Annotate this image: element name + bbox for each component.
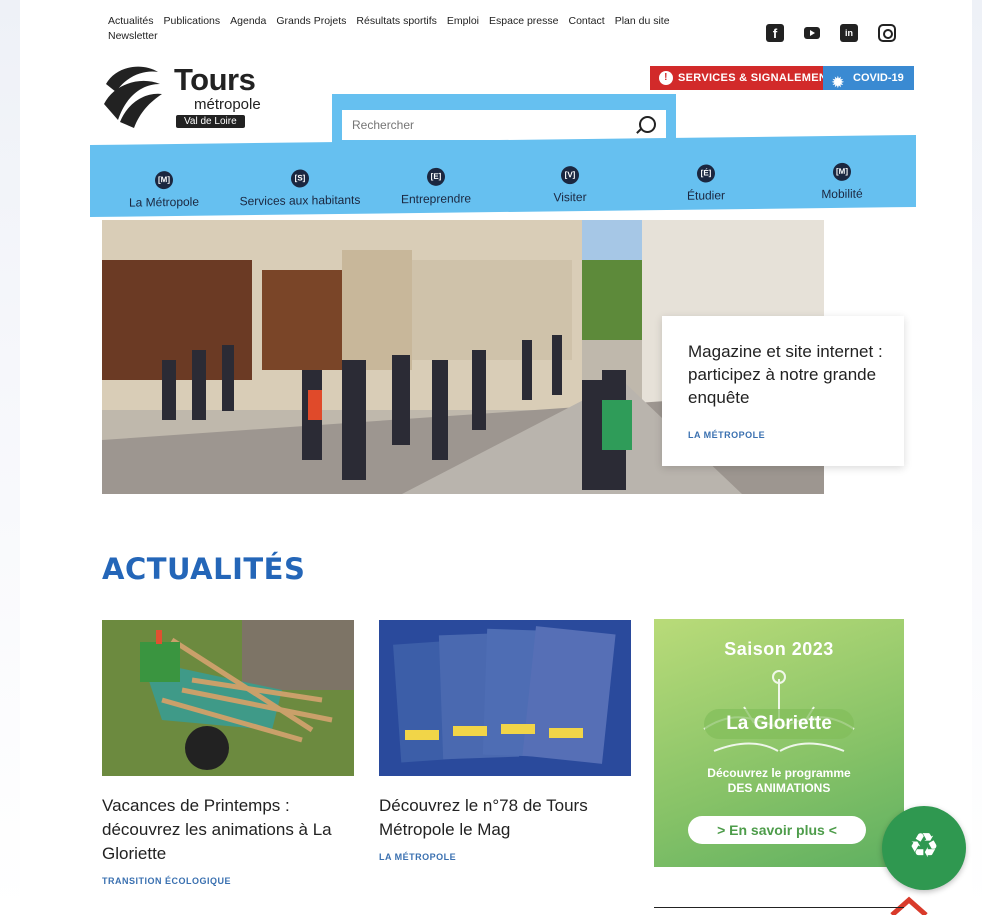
news-card-category[interactable]: Transition écologique [102,876,354,886]
instagram-icon[interactable] [878,24,896,42]
magazine-covers-photo [379,620,631,776]
news-card-image[interactable] [379,620,631,776]
nav-item-entreprendre[interactable]: [E] Entreprendre [366,167,506,207]
nav-badge-icon: [M] [833,162,851,181]
nav-item-visiter[interactable]: [V] Visiter [500,165,640,205]
wheelbarrow-photo [102,620,354,776]
util-link-agenda[interactable]: Agenda [230,15,266,27]
linkedin-icon[interactable]: in [840,24,858,42]
promo-line-2: des animations [727,781,831,795]
nav-badge-icon: [É] [697,164,715,183]
section-title-actualites: ACTUALITÉS [102,552,306,586]
promo-gloriette[interactable]: Saison 2023 La Gloriette Découvrez le pr… [654,619,904,867]
nav-item-label: Visiter [553,189,587,205]
news-card[interactable]: Vacances de Printemps : découvrez les an… [102,620,354,886]
alert-icon: ! [659,71,673,85]
logo-mark-icon [104,66,162,128]
site-logo[interactable]: Tours métropole Val de Loire [102,60,272,132]
covid-label: Covid-19 [853,72,904,84]
news-card-title[interactable]: Découvrez le n°78 de Tours Métropole le … [379,794,631,842]
nav-item-label: Services aux habitants [239,192,361,209]
util-link-publications[interactable]: Publications [164,15,221,27]
hero-card-category[interactable]: La Métropole [688,430,765,440]
nav-item-label: Entreprendre [400,191,472,207]
utility-nav: Actualités Publications Agenda Grands Proje… [108,14,748,44]
nav-item-etudier[interactable]: [É] Étudier [636,164,776,204]
nav-item-label: Mobilité [821,186,863,202]
scroll-top-arrow-icon[interactable] [884,890,934,915]
services-label: Services & Signalements [678,72,842,84]
news-card-title[interactable]: Vacances de Printemps : découvrez les an… [102,794,354,866]
nav-item-label: Étudier [686,188,726,203]
util-link-contact[interactable]: Contact [569,15,605,27]
nav-badge-icon: [S] [291,169,309,188]
hero-card-title[interactable]: Magazine et site internet : participez à… [688,340,888,409]
logo-subtitle: métropole [194,96,261,113]
services-signalements-button[interactable]: ! Services & Signalements [650,66,852,90]
util-link-emploi[interactable]: Emploi [447,15,479,27]
promo-line-1: Découvrez le programme [707,766,851,780]
nav-badge-icon: [E] [427,167,445,186]
nav-badge-icon: [V] [561,166,579,185]
logo-word: Tours [174,62,256,97]
logo-tagline: Val de Loire [176,115,245,128]
recycle-icon: ♻ [908,827,940,865]
nav-item-label: La Métropole [128,194,200,210]
virus-icon: ✹ [832,74,844,90]
youtube-icon[interactable] [804,27,820,39]
nav-item-services-aux-habitants[interactable]: [S] Services aux habitants [230,169,370,209]
divider [654,907,904,908]
nav-item-mobilite[interactable]: [M] Mobilité [772,162,912,202]
news-card-image[interactable] [102,620,354,776]
nav-badge-icon: [M] [155,171,173,190]
search-icon[interactable] [639,116,656,133]
facebook-icon[interactable]: f [766,24,784,42]
news-card-category[interactable]: La Métropole [379,852,631,862]
promo-season: Saison 2023 [724,639,834,659]
social-links: f in [766,24,896,42]
news-card[interactable]: Découvrez le n°78 de Tours Métropole le … [379,620,631,862]
promo-cta-button[interactable]: > En savoir plus < [688,816,866,844]
util-link-actualites[interactable]: Actualités [108,15,154,27]
recycle-button[interactable]: ♻ [882,806,966,890]
util-link-newsletter[interactable]: Newsletter [108,30,158,42]
util-link-plan-du-site[interactable]: Plan du site [615,15,670,27]
util-link-espace-presse[interactable]: Espace presse [489,15,558,27]
hero-card[interactable]: Magazine et site internet : participez à… [662,316,904,466]
main-nav: [M] La Métropole [S] Services aux habita… [90,134,916,218]
nav-item-la-metropole[interactable]: [M] La Métropole [94,170,234,210]
page: Actualités Publications Agenda Grands Proje… [0,0,982,915]
promo-brand: La Gloriette [704,709,854,739]
util-link-resultats-sportifs[interactable]: Résultats sportifs [356,15,437,27]
util-link-grands-projets[interactable]: Grands Projets [276,15,346,27]
search-box [342,110,666,140]
search-input[interactable] [342,110,632,140]
covid-button[interactable]: ✹ Covid-19 [823,66,914,90]
